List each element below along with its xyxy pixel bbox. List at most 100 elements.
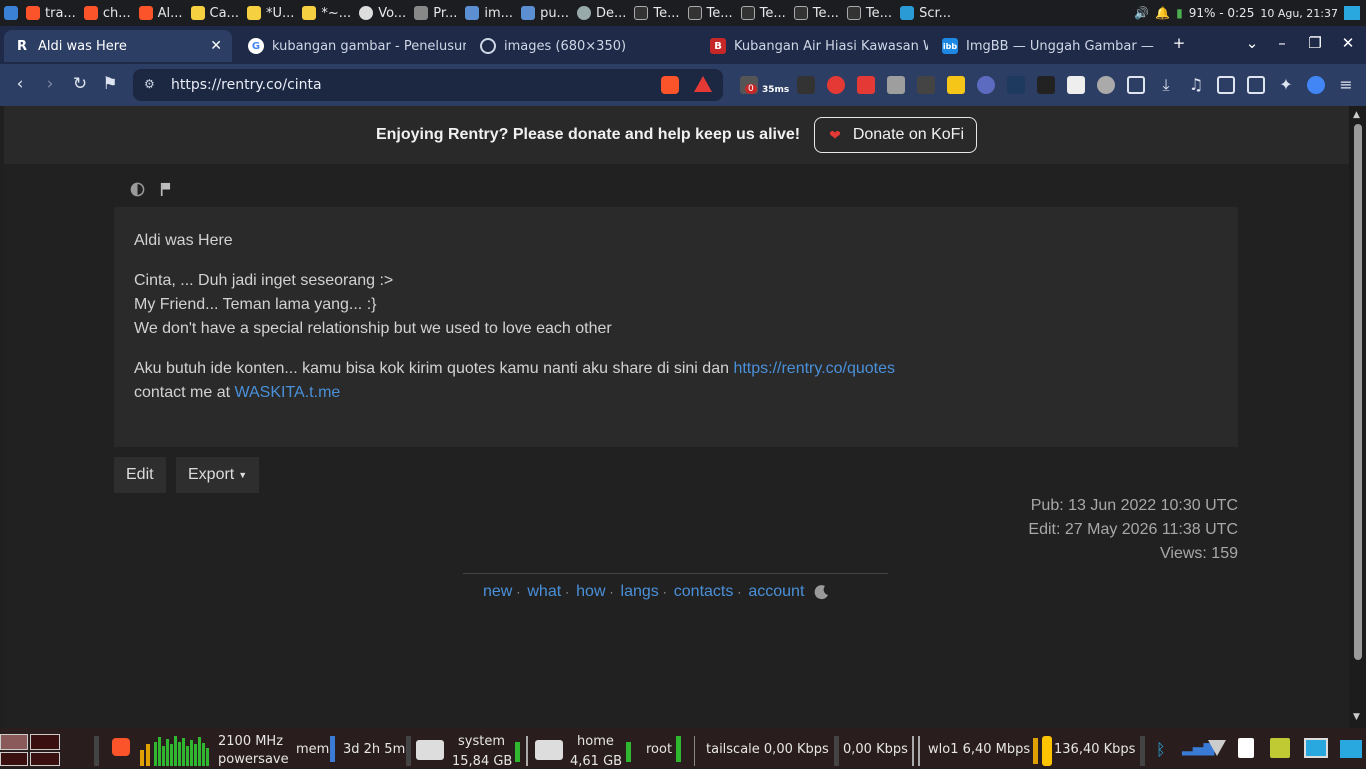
task-item[interactable]: Te...: [630, 0, 683, 26]
clipper-icon[interactable]: [857, 76, 875, 94]
desktop-pager-3[interactable]: [0, 752, 28, 766]
minimize-icon[interactable]: –: [1267, 34, 1297, 52]
task-item[interactable]: Te...: [843, 0, 896, 26]
tab-imgbb[interactable]: ibb ImgBB — Unggah Gambar —: [932, 30, 1160, 62]
desktop-pager-1[interactable]: [0, 734, 28, 750]
reload-icon[interactable]: ↻: [69, 73, 91, 95]
telegram-link[interactable]: WASKITA.t.me: [235, 384, 341, 401]
forward-icon[interactable]: ›: [39, 73, 61, 95]
tab-images[interactable]: images (680×350): [470, 30, 698, 62]
footer-link-what[interactable]: what: [527, 583, 561, 601]
export-button[interactable]: Export ▼: [176, 457, 260, 493]
tab-rentry[interactable]: R Aldi was Here ✕: [4, 30, 232, 62]
tab-google[interactable]: G kubangan gambar - Penelusur: [238, 30, 466, 62]
cpu-graph: [140, 736, 209, 766]
task-item[interactable]: De...: [573, 0, 630, 26]
task-item[interactable]: Te...: [790, 0, 843, 26]
json-icon[interactable]: [797, 76, 815, 94]
task-item[interactable]: Al...: [135, 0, 187, 26]
a-icon[interactable]: [1067, 76, 1085, 94]
view-count: Views: 159: [1160, 545, 1238, 562]
moon-icon[interactable]: [814, 584, 830, 600]
donate-kofi-button[interactable]: ❤ Donate on KoFi: [814, 117, 978, 153]
root-usage-bar: [676, 736, 681, 762]
flag-icon[interactable]: [159, 182, 174, 197]
task-item[interactable]: ch...: [80, 0, 135, 26]
entry-line: We don't have a special relationship but…: [134, 320, 612, 337]
camera-icon[interactable]: [887, 76, 905, 94]
footer-link-account[interactable]: account: [748, 583, 804, 601]
desktop-pager-4[interactable]: [30, 752, 60, 766]
close-window-icon[interactable]: ✕: [1333, 34, 1363, 52]
notification-icon[interactable]: 🔔: [1155, 6, 1170, 20]
brave-rewards-icon[interactable]: [694, 76, 712, 92]
back-icon[interactable]: ‹: [9, 73, 31, 95]
profile-icon[interactable]: [1307, 76, 1325, 94]
bookmark-icon[interactable]: ⚑: [99, 73, 121, 95]
theme-contrast-icon[interactable]: [130, 182, 145, 197]
show-desktop-icon[interactable]: [1344, 6, 1360, 20]
wallet-icon[interactable]: [1247, 76, 1265, 94]
brave-icon: [138, 6, 153, 20]
task-item[interactable]: Te...: [737, 0, 790, 26]
maximize-icon[interactable]: ❐: [1300, 34, 1330, 52]
page-scrollbar[interactable]: ▲ ▼: [1349, 106, 1366, 728]
system-size: 15,84 GB: [452, 754, 513, 769]
footer-link-new[interactable]: new: [483, 583, 512, 601]
footer-link-contacts[interactable]: contacts: [674, 583, 734, 601]
edit-button[interactable]: Edit: [114, 457, 166, 493]
task-item[interactable]: Scr...: [896, 0, 955, 26]
leo-ai-icon[interactable]: ✦: [1277, 76, 1295, 94]
sort-icon[interactable]: [947, 76, 965, 94]
task-item[interactable]: Vo...: [355, 0, 410, 26]
show-desktop-icon[interactable]: [1340, 740, 1362, 758]
heart-icon: ❤: [829, 126, 841, 143]
media-icon[interactable]: ♫: [1187, 76, 1205, 94]
recorder-icon[interactable]: [827, 76, 845, 94]
b-icon: B: [710, 38, 726, 54]
footer-link-how[interactable]: how: [576, 583, 605, 601]
x-icon[interactable]: [1007, 76, 1025, 94]
scroll-up-icon[interactable]: ▲: [1353, 110, 1360, 120]
desktop-pager-2[interactable]: [30, 734, 60, 750]
scroll-thumb[interactable]: [1354, 124, 1362, 660]
task-item[interactable]: Pr...: [410, 0, 461, 26]
menu-icon[interactable]: ≡: [1337, 76, 1355, 94]
tab-kubangan[interactable]: B Kubangan Air Hiasi Kawasan W: [700, 30, 928, 62]
download-icon[interactable]: ⤓: [1157, 76, 1175, 94]
task-item[interactable]: im...: [461, 0, 517, 26]
task-item[interactable]: pu...: [517, 0, 573, 26]
bluetooth-icon[interactable]: ᛒ: [1156, 740, 1166, 759]
sidebar-icon[interactable]: [1217, 76, 1235, 94]
tab-list-icon[interactable]: ⌄: [1237, 34, 1267, 52]
wifi-icon[interactable]: [1208, 740, 1226, 756]
task-item[interactable]: tra...: [22, 0, 80, 26]
trash-icon[interactable]: [1270, 738, 1290, 758]
puzzle-dark-icon[interactable]: [1037, 76, 1055, 94]
address-bar[interactable]: ⚙ https://rentry.co/cinta: [133, 69, 723, 101]
task-item[interactable]: *U...: [243, 0, 298, 26]
net-bar: [1042, 736, 1052, 766]
close-tab-icon[interactable]: ✕: [210, 38, 222, 54]
new-tab-icon[interactable]: +: [1164, 34, 1194, 52]
circle-icon[interactable]: [1097, 76, 1115, 94]
scroll-down-icon[interactable]: ▼: [1353, 712, 1360, 722]
getcrx-icon[interactable]: [917, 76, 935, 94]
quotes-link[interactable]: https://rentry.co/quotes: [733, 360, 895, 377]
brave-shields-icon[interactable]: [661, 76, 679, 94]
cursor-icon[interactable]: [977, 76, 995, 94]
footer-divider: [463, 573, 888, 574]
footer-link-langs[interactable]: langs: [621, 583, 659, 601]
clipboard-icon[interactable]: [1238, 738, 1254, 758]
volume-icon[interactable]: 🔊: [1134, 6, 1149, 20]
extensions-icon[interactable]: [1127, 76, 1145, 94]
brave-icon[interactable]: [112, 738, 130, 756]
display-icon[interactable]: [1304, 738, 1328, 758]
site-info-icon[interactable]: ⚙: [144, 77, 155, 91]
battery-icon[interactable]: ▮: [1176, 6, 1183, 20]
task-item[interactable]: *~...: [298, 0, 355, 26]
task-item[interactable]: Te...: [684, 0, 737, 26]
kde-menu-icon[interactable]: [0, 0, 22, 26]
task-item[interactable]: Ca...: [187, 0, 243, 26]
clock[interactable]: 10 Agu, 21:37: [1260, 7, 1338, 20]
